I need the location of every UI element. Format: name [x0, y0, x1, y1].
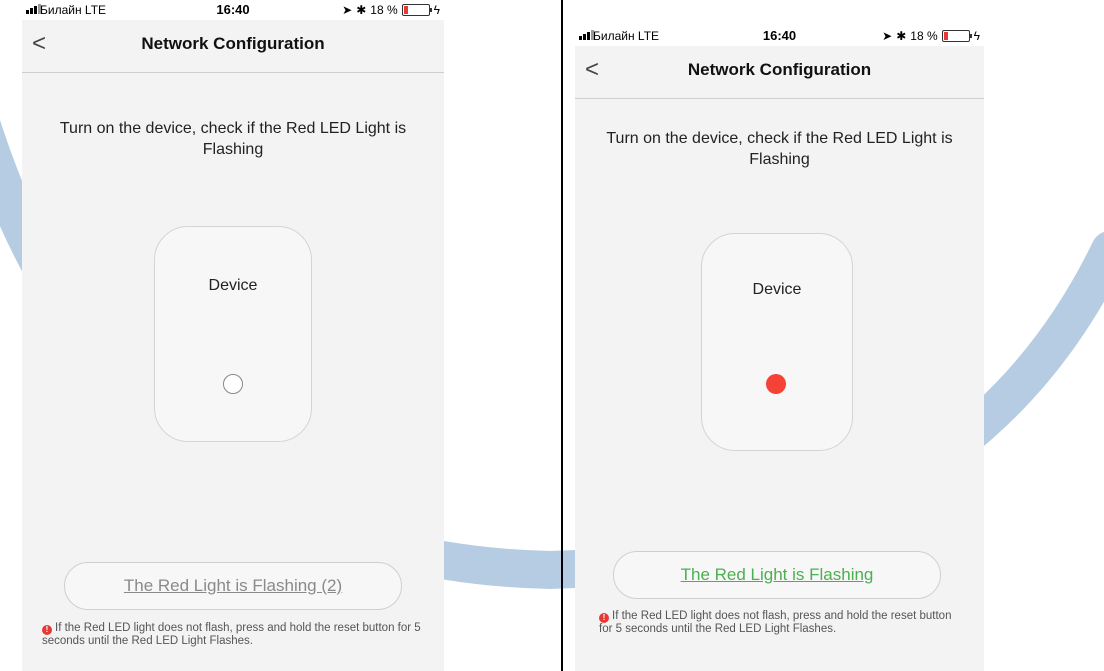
hint-text: If the Red LED light does not flash, pre… [599, 610, 952, 635]
right-phone-screen: Билайн LTE 16:40 ➤ ✱ 18 % ϟ < Network Co… [575, 26, 984, 671]
device-label: Device [208, 277, 258, 294]
red-light-flashing-button[interactable]: The Red Light is Flashing (2) [64, 562, 402, 610]
charging-icon: ϟ [433, 3, 440, 17]
status-right: ➤ ✱ 18 % ϟ [882, 29, 980, 43]
instruction-text: Turn on the device, check if the Red LED… [606, 130, 953, 168]
page-title: Network Configuration [141, 34, 325, 53]
battery-fill [403, 6, 408, 14]
alert-icon: ! [42, 625, 52, 635]
battery-fill [943, 32, 948, 40]
status-bar: Билайн LTE 16:40 ➤ ✱ 18 % ϟ [575, 26, 984, 46]
battery-percent: 18 % [370, 3, 398, 17]
location-icon: ➤ [342, 3, 353, 17]
hint-text-container: ! If the Red LED light does not flash, pr… [42, 622, 422, 648]
hint-text: If the Red LED light does not flash, pre… [42, 622, 421, 647]
status-bar: Билайн LTE 16:40 ➤ ✱ 18 % ϟ [22, 0, 444, 20]
led-on-indicator [766, 374, 786, 394]
bluetooth-icon: ✱ [356, 3, 367, 17]
led-off-indicator [223, 374, 243, 394]
device-label: Device [752, 281, 802, 298]
charging-icon: ϟ [973, 29, 980, 43]
device-illustration: Device [154, 226, 312, 442]
hint-text-container: ! If the Red LED light does not flash, pr… [599, 610, 959, 636]
location-icon: ➤ [882, 29, 893, 43]
alert-icon: ! [599, 613, 609, 623]
screenshot-divider [561, 0, 563, 671]
nav-bar: < Network Configuration [575, 46, 984, 99]
status-right: ➤ ✱ 18 % ϟ [342, 3, 440, 17]
instruction-text: Turn on the device, check if the Red LED… [59, 120, 407, 158]
nav-bar: < Network Configuration [22, 20, 444, 73]
device-illustration: Device [701, 233, 853, 451]
bluetooth-icon: ✱ [896, 29, 907, 43]
left-phone-screen: Билайн LTE 16:40 ➤ ✱ 18 % ϟ < Network Co… [22, 0, 444, 671]
battery-icon [941, 30, 972, 42]
red-light-flashing-button[interactable]: The Red Light is Flashing [613, 551, 941, 599]
page-title: Network Configuration [687, 60, 872, 79]
battery-percent: 18 % [910, 29, 938, 43]
battery-icon [401, 4, 432, 16]
